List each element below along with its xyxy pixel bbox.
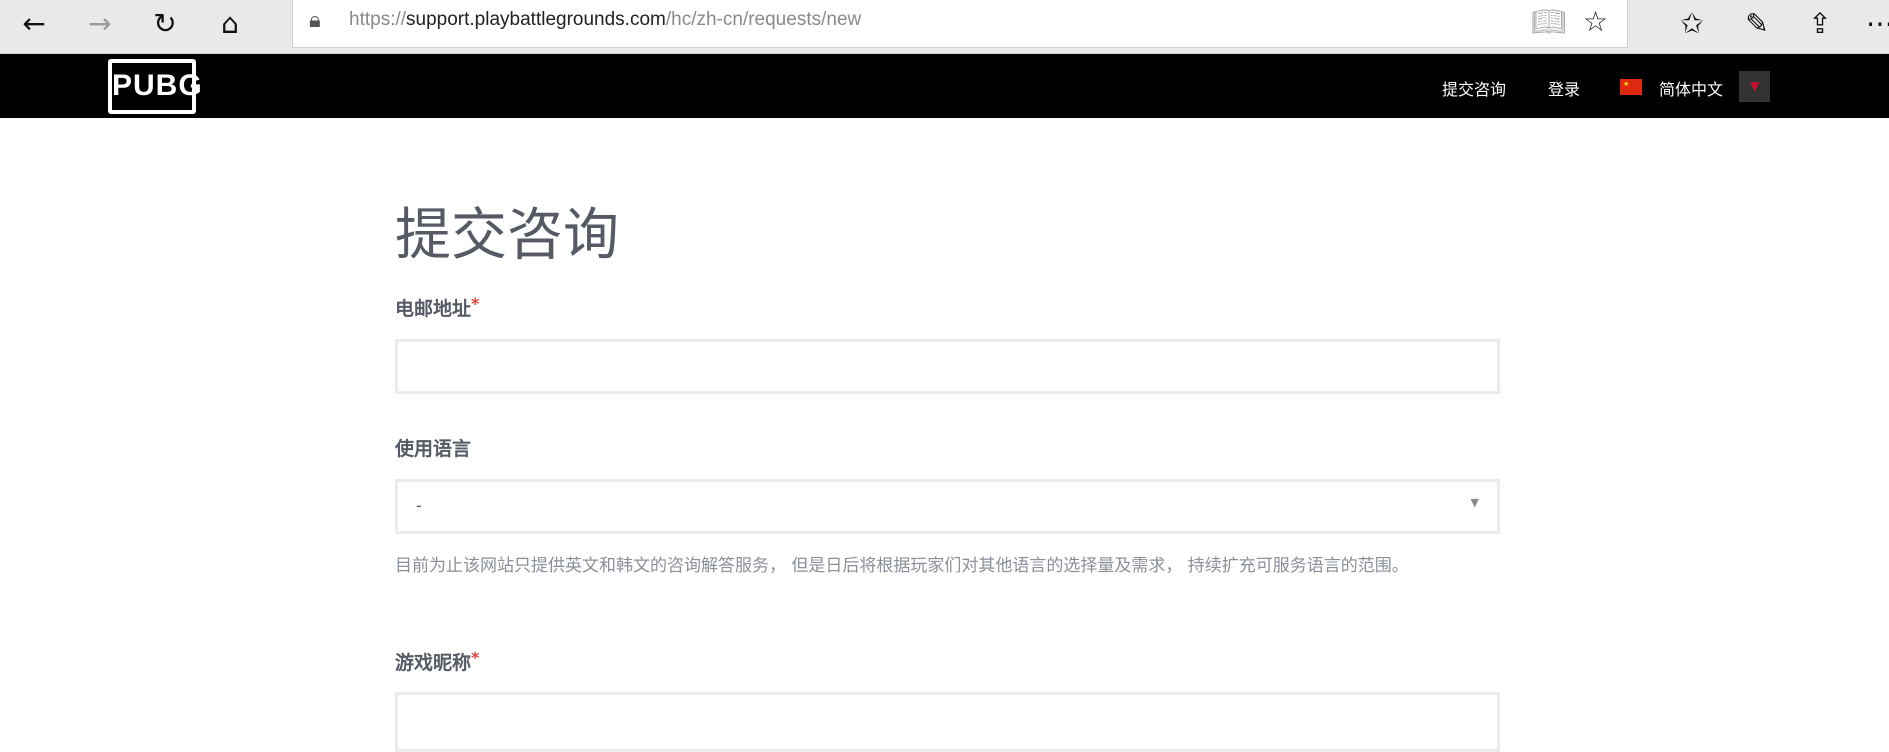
nickname-field[interactable] (395, 692, 1500, 752)
language-help-text: 目前为止该网站只提供英文和韩文的咨询解答服务， 但是日后将根据玩家们对其他语言的… (395, 556, 1409, 576)
language-dropdown-button[interactable]: ▼ (1739, 71, 1770, 102)
nav-login[interactable]: 登录 (1548, 76, 1580, 100)
reading-view-icon[interactable]: 📖︎ (1531, 5, 1567, 38)
nickname-label: 游戏昵称* (395, 648, 480, 674)
favorites-list-icon[interactable]: ✩ (1674, 6, 1710, 42)
refresh-icon[interactable]: ↻ (147, 6, 183, 42)
lock-icon: 🔒︎ (309, 8, 321, 33)
home-icon[interactable]: ⌂ (212, 6, 248, 42)
chevron-down-icon: ▼ (1749, 79, 1760, 93)
forward-icon[interactable]: → (82, 6, 118, 42)
pubg-logo[interactable]: PUBG (108, 59, 202, 114)
email-label: 电邮地址* (395, 294, 480, 320)
nav-submit-request[interactable]: 提交咨询 (1442, 76, 1506, 100)
site-header: PUBG 提交咨询 登录 ★ 简体中文 ▼ (0, 54, 1889, 118)
more-icon[interactable]: ⋯ (1862, 6, 1889, 42)
language-select[interactable]: - ▼ (395, 479, 1500, 534)
pen-icon[interactable]: ✎ (1739, 6, 1775, 42)
language-label: 使用语言 (395, 438, 472, 460)
china-flag-icon: ★ (1620, 79, 1642, 95)
chevron-down-icon: ▼ (1470, 496, 1479, 509)
share-icon[interactable]: ⇪ (1802, 6, 1838, 42)
url-text[interactable]: https://support.playbattlegrounds.com/hc… (349, 9, 861, 31)
back-icon[interactable]: ← (16, 6, 52, 42)
language-selector[interactable]: 简体中文 (1659, 76, 1723, 100)
favorite-star-icon[interactable]: ☆ (1583, 5, 1608, 38)
browser-toolbar: ← → ↻ ⌂ 🔒︎ https://support.playbattlegro… (0, 0, 1889, 54)
page-title: 提交咨询 (395, 203, 619, 268)
address-bar[interactable]: 🔒︎ https://support.playbattlegrounds.com… (292, 0, 1628, 48)
email-field[interactable] (395, 339, 1500, 394)
